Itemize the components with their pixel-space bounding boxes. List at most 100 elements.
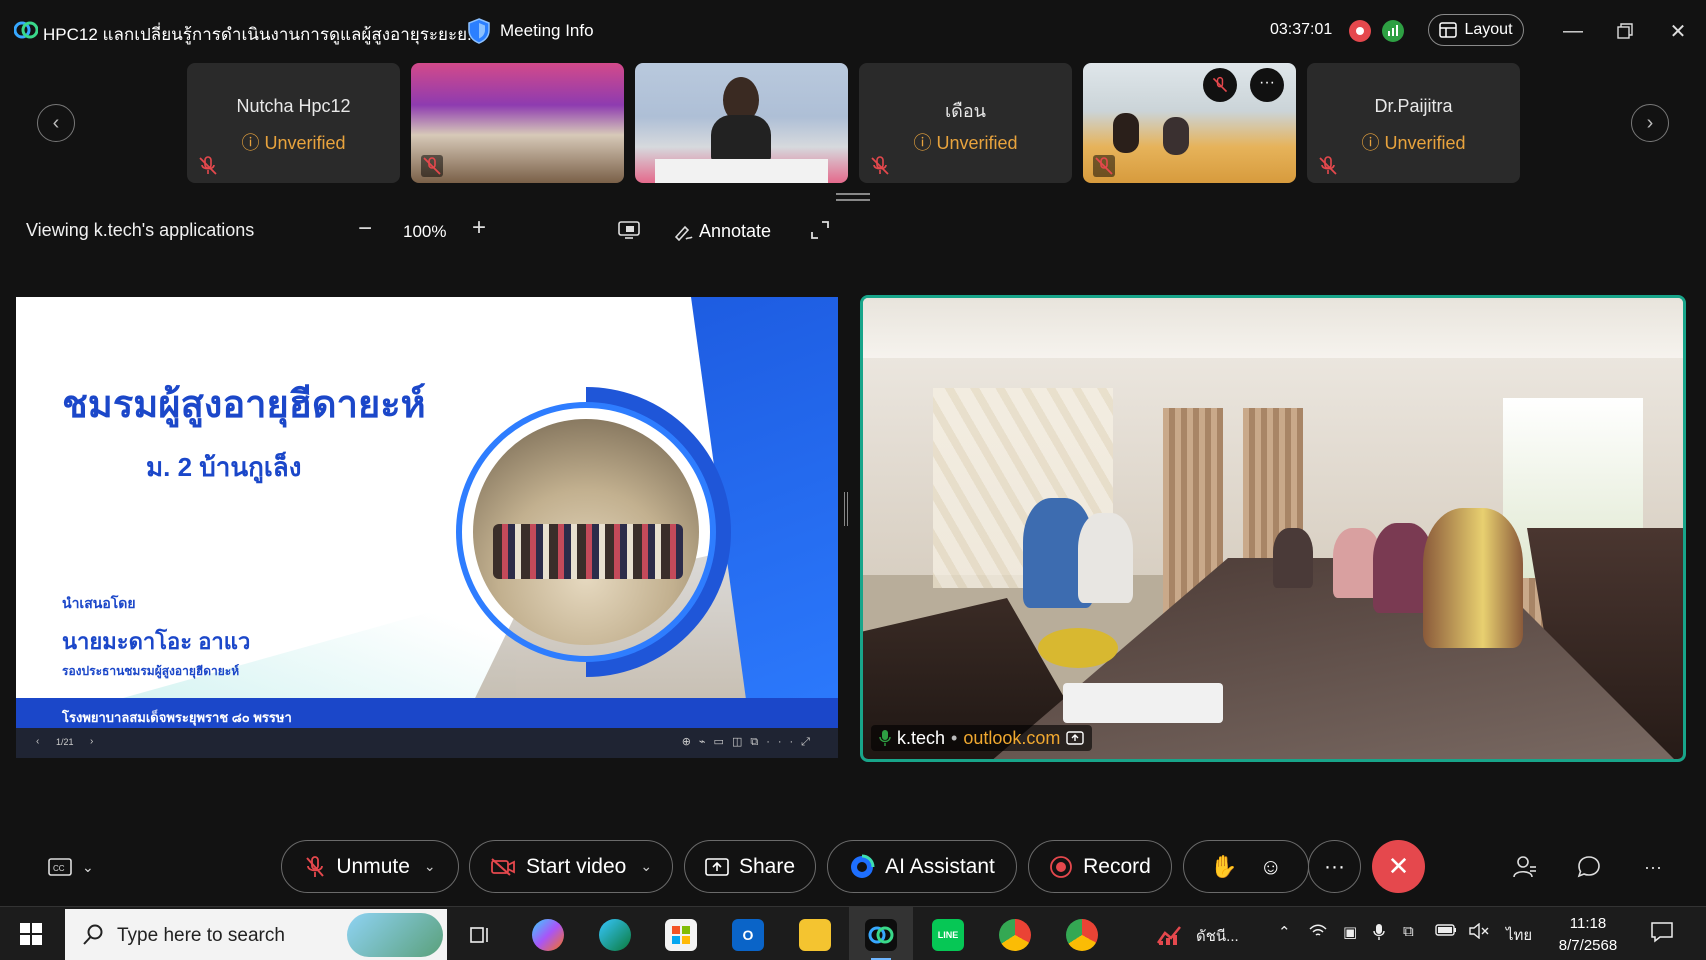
chevron-down-icon[interactable]: ⌄ bbox=[640, 858, 652, 875]
edge-icon[interactable] bbox=[599, 919, 631, 951]
slide-footer-text: โรงพยาบาลสมเด็จพระยุพราช ๘๐ พรรษา bbox=[62, 710, 292, 725]
store-icon[interactable] bbox=[665, 919, 697, 951]
participant-video-tile[interactable] bbox=[411, 63, 624, 183]
split-resize-handle[interactable] bbox=[844, 492, 848, 526]
volume-muted-icon[interactable] bbox=[1468, 922, 1490, 943]
show-hidden-icons-icon[interactable]: ⌃ bbox=[1278, 923, 1291, 941]
ai-assistant-icon bbox=[851, 854, 875, 878]
start-video-label: Start video bbox=[525, 854, 627, 878]
speaker-name: k.tech bbox=[897, 727, 946, 748]
record-icon bbox=[1050, 855, 1073, 878]
reactions-icon[interactable]: ☺ bbox=[1259, 854, 1281, 880]
unverified-badge: ⓘ Unverified bbox=[1361, 133, 1466, 153]
zoom-in-button[interactable]: + bbox=[472, 214, 486, 242]
participant-tile[interactable]: เดือน ⓘ Unverified bbox=[859, 63, 1072, 183]
share-button[interactable]: Share bbox=[684, 840, 816, 893]
video-scene bbox=[1063, 683, 1223, 723]
input-language[interactable]: ไทย bbox=[1506, 923, 1532, 947]
mic-muted-icon bbox=[871, 156, 889, 175]
more-options-button[interactable]: ··· bbox=[1308, 840, 1361, 893]
slide-subtitle: ม. 2 บ้านกูเล็ง bbox=[146, 452, 302, 482]
start-video-button[interactable]: Start video ⌄ bbox=[469, 840, 673, 893]
slide-next-icon[interactable]: › bbox=[90, 736, 93, 747]
chat-icon[interactable] bbox=[1574, 852, 1604, 882]
shared-slide[interactable]: ชมรมผู้สูงอายุฮีดายะห์ ม. 2 บ้านกูเล็ง น… bbox=[16, 297, 838, 758]
battery-icon[interactable] bbox=[1435, 923, 1457, 941]
clock-time: 11:18 bbox=[1569, 915, 1607, 932]
slide-title: ชมรมผู้สูงอายุฮีดายะห์ bbox=[62, 384, 426, 426]
zoom-out-button[interactable]: − bbox=[358, 215, 372, 243]
search-icon bbox=[83, 924, 103, 945]
mic-tray-icon[interactable] bbox=[1373, 923, 1385, 945]
share-view-icon[interactable] bbox=[618, 220, 640, 240]
active-speaker-video[interactable]: k.tech • outlook.com bbox=[860, 295, 1686, 762]
mic-muted-icon[interactable] bbox=[1203, 68, 1237, 102]
video-scene bbox=[863, 298, 1683, 358]
fullscreen-icon[interactable] bbox=[810, 220, 830, 240]
windows-start-icon[interactable] bbox=[20, 923, 42, 945]
webex-logo-icon bbox=[14, 21, 38, 39]
participant-tile[interactable]: Dr.Paijitra ⓘ Unverified bbox=[1307, 63, 1520, 183]
ai-assistant-button[interactable]: AI Assistant bbox=[827, 840, 1017, 893]
slide-presented-by: นำเสนอโดย bbox=[62, 595, 136, 611]
outlook-icon[interactable]: O bbox=[732, 919, 764, 951]
annotate-button[interactable]: Annotate bbox=[673, 221, 771, 242]
mic-muted-icon bbox=[1319, 156, 1337, 175]
strip-next-icon[interactable]: › bbox=[1631, 104, 1669, 142]
more-menu-icon[interactable]: ··· bbox=[1638, 852, 1668, 882]
more-options-icon[interactable]: ··· bbox=[1250, 68, 1284, 102]
layout-button[interactable]: Layout bbox=[1428, 14, 1524, 46]
svg-text:CC: CC bbox=[53, 864, 65, 873]
participant-video-tile[interactable]: ··· bbox=[1083, 63, 1296, 183]
file-explorer-icon[interactable] bbox=[799, 919, 831, 951]
chevron-down-icon: ⌄ bbox=[82, 858, 94, 875]
slide-presenter-role: รองประธานชมรมผู้สูงอายุฮีดายะห์ bbox=[62, 664, 240, 678]
task-view-icon[interactable] bbox=[464, 919, 496, 951]
restore-icon[interactable] bbox=[1610, 16, 1640, 46]
copilot-icon[interactable] bbox=[532, 919, 564, 951]
share-screen-icon bbox=[705, 857, 729, 876]
chevron-down-icon[interactable]: ⌄ bbox=[424, 858, 436, 875]
notifications-icon[interactable] bbox=[1650, 921, 1674, 947]
annotate-label: Annotate bbox=[699, 221, 772, 241]
minimize-icon[interactable]: — bbox=[1558, 16, 1588, 46]
strip-prev-icon[interactable]: ‹ bbox=[37, 104, 75, 142]
line-icon[interactable]: LINE bbox=[932, 919, 964, 951]
video-off-icon bbox=[491, 857, 515, 876]
participants-icon[interactable] bbox=[1510, 852, 1540, 882]
wifi-icon[interactable] bbox=[1308, 923, 1328, 943]
clock-date: 8/7/2568 bbox=[1558, 937, 1618, 954]
chrome-icon[interactable] bbox=[999, 919, 1031, 951]
chrome-icon[interactable] bbox=[1066, 919, 1098, 951]
slide-prev-icon[interactable]: ‹ bbox=[36, 736, 39, 747]
network-health-icon[interactable] bbox=[1382, 20, 1404, 42]
participant-tile[interactable]: Nutcha Hpc12 ⓘ Unverified bbox=[187, 63, 400, 183]
close-window-icon[interactable]: ✕ bbox=[1663, 16, 1693, 46]
slide-page-indicator: 1/21 bbox=[56, 737, 74, 747]
taskbar: Type here to search O LINE ดัชนี... ⌃ ▣ … bbox=[0, 906, 1706, 960]
participant-video-tile[interactable] bbox=[635, 63, 848, 183]
strip-resize-handle[interactable] bbox=[836, 193, 870, 201]
meeting-info-button[interactable]: Meeting Info bbox=[468, 18, 594, 44]
zoom-level[interactable]: 100% bbox=[403, 222, 446, 242]
webex-icon[interactable] bbox=[865, 919, 897, 951]
record-button[interactable]: Record bbox=[1028, 840, 1172, 893]
meeting-info-label: Meeting Info bbox=[500, 21, 594, 40]
slide-presenter: นายมะดาโอะ อาแว bbox=[62, 629, 251, 654]
participant-name: Dr.Paijitra bbox=[1374, 96, 1453, 116]
recording-indicator-icon[interactable] bbox=[1349, 20, 1371, 42]
device-icon[interactable]: ▣ bbox=[1343, 923, 1357, 941]
display-icon[interactable]: ⧉ bbox=[1403, 923, 1414, 940]
end-meeting-button[interactable]: ✕ bbox=[1372, 840, 1425, 893]
reactions-group: ✋ ☺ bbox=[1183, 840, 1309, 893]
participant-name: Nutcha Hpc12 bbox=[236, 96, 351, 116]
slide-toolbar-icons[interactable]: ⊕⌁▭◫⧉···⤢ bbox=[682, 735, 818, 749]
tray-app-label[interactable]: ดัชนี... bbox=[1196, 924, 1239, 948]
taskbar-search[interactable]: Type here to search bbox=[65, 909, 447, 960]
raise-hand-icon[interactable]: ✋ bbox=[1210, 854, 1237, 880]
stock-chart-icon[interactable] bbox=[1154, 919, 1186, 951]
closed-captions-button[interactable]: CC ⌄ bbox=[48, 855, 108, 879]
taskbar-clock[interactable]: 11:18 8/7/2568 bbox=[1548, 913, 1628, 957]
unmute-button[interactable]: Unmute ⌄ bbox=[281, 840, 459, 893]
share-label: Share bbox=[738, 854, 796, 878]
